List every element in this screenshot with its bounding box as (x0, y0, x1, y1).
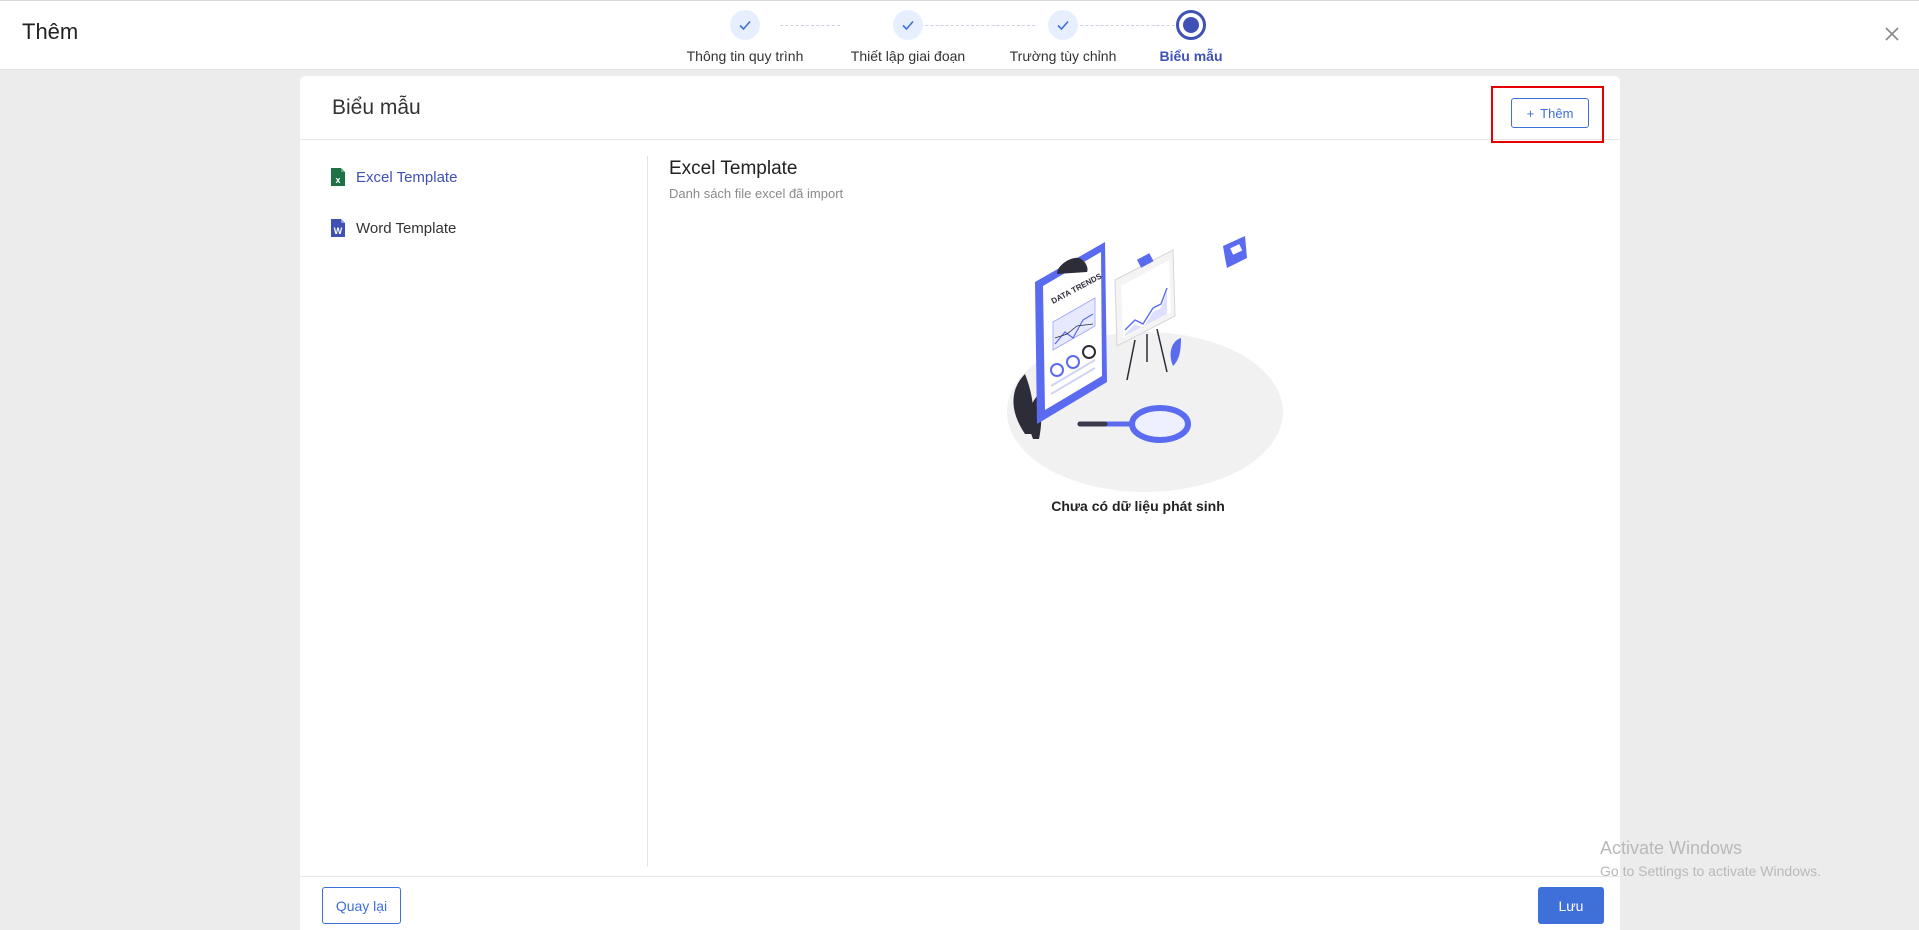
watermark-title: Activate Windows (1600, 838, 1743, 858)
sidebar-item-label: Word Template (356, 219, 457, 237)
step-thiet-lap-giai-doan[interactable]: Thiết lập giai đoạn (828, 10, 988, 64)
svg-text:W: W (334, 226, 343, 236)
step-bieu-mau[interactable]: Biểu mẫu (1111, 10, 1271, 64)
form-card: Biểu mẫu + Thêm x Excel Template W Word … (300, 76, 1620, 930)
plus-icon: + (1526, 105, 1535, 121)
check-icon (1048, 10, 1078, 40)
check-icon (730, 10, 760, 40)
card-title: Biểu mẫu (332, 96, 421, 119)
close-icon (1885, 27, 1899, 41)
add-button-label: Thêm (1540, 105, 1574, 121)
content-subtitle: Danh sách file excel đã import (669, 186, 844, 201)
step-label: Biểu mẫu (1159, 48, 1223, 64)
active-step-icon (1176, 10, 1206, 40)
sidebar-item-label: Excel Template (356, 168, 458, 186)
sidebar-item-word-template[interactable]: W Word Template (330, 215, 456, 241)
svg-text:x: x (335, 175, 340, 185)
excel-file-icon: x (331, 168, 345, 186)
windows-activation-watermark: Activate Windows Go to Settings to activ… (1600, 838, 1821, 879)
step-thong-tin-quy-trinh[interactable]: Thông tin quy trình (665, 10, 825, 64)
save-button[interactable]: Lưu (1538, 887, 1604, 924)
empty-state-message: Chưa có dữ liệu phát sinh (1051, 498, 1225, 514)
template-sidebar: x Excel Template W Word Template (300, 156, 648, 866)
step-label: Thông tin quy trình (686, 48, 804, 64)
close-button[interactable] (1881, 23, 1903, 45)
back-button[interactable]: Quay lại (322, 887, 401, 924)
content-title: Excel Template (669, 158, 798, 179)
add-button[interactable]: + Thêm (1511, 98, 1589, 128)
card-footer: Quay lại Lưu (300, 876, 1620, 930)
empty-state-illustration: DATA TRENDS (1007, 236, 1283, 492)
step-label: Thiết lập giai đoạn (850, 48, 966, 64)
watermark-subtitle: Go to Settings to activate Windows. (1600, 863, 1821, 879)
card-header: Biểu mẫu + Thêm (300, 76, 1620, 143)
page-title: Thêm (22, 19, 79, 44)
top-bar: Thêm Thông tin quy trình Thiết lập giai … (0, 0, 1919, 70)
word-file-icon: W (331, 219, 345, 237)
stepper: Thông tin quy trình Thiết lập giai đoạn … (680, 10, 1260, 65)
check-icon (893, 10, 923, 40)
sidebar-item-excel-template[interactable]: x Excel Template (330, 164, 457, 190)
